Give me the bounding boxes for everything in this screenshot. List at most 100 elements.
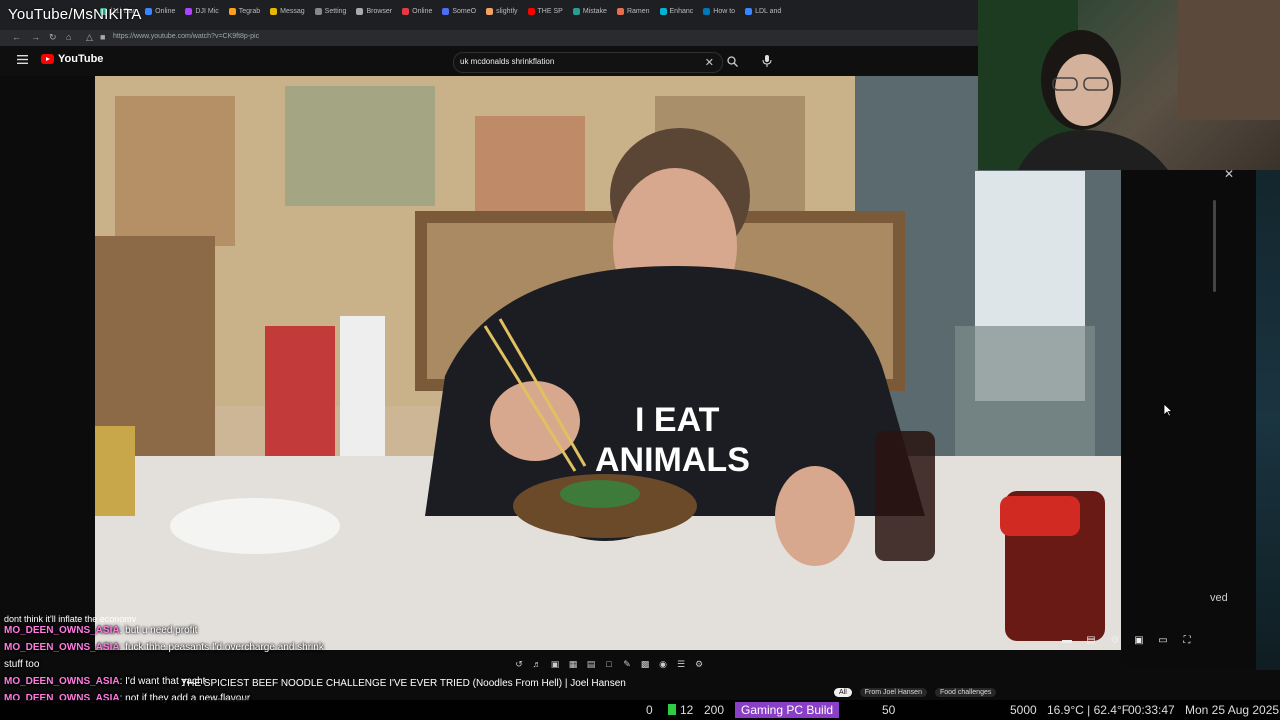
tab-label: slightly — [496, 8, 518, 15]
audio-icon[interactable]: ♬ — [530, 658, 544, 670]
soy-bottle — [875, 431, 935, 561]
tab-favicon-icon — [356, 8, 364, 15]
tab-favicon-icon — [527, 8, 535, 15]
lock-icon: ■ — [100, 32, 106, 42]
video-player[interactable]: I EAT ANIMALS — [95, 76, 1121, 650]
image-icon[interactable]: ▩ — [638, 658, 652, 670]
tab-favicon-icon — [703, 8, 711, 15]
clock-date: Mon 25 Aug 2025 — [1185, 703, 1280, 717]
browser-tab[interactable]: Enhanc — [659, 8, 694, 15]
webcam-image — [978, 0, 1280, 170]
reload-icon[interactable]: ↻ — [49, 32, 57, 43]
shelf-background — [1178, 0, 1280, 120]
browser-tab[interactable]: slightly — [486, 8, 518, 15]
tab-label: THE SP — [537, 8, 563, 15]
back-icon[interactable]: ← — [12, 32, 21, 42]
browser-tab[interactable]: DJI Mic — [185, 8, 219, 15]
stat-count-a: 0 — [646, 703, 653, 717]
mural-figure — [285, 86, 435, 206]
goal-target: 5000 — [1010, 703, 1037, 717]
search-icon[interactable] — [727, 56, 738, 67]
settings-gear-icon[interactable]: ⚙ — [1108, 633, 1122, 647]
home-icon[interactable]: ⌂ — [66, 32, 71, 42]
tab-label: Setting — [324, 8, 347, 15]
person-right-hand — [775, 466, 855, 566]
browser-tab[interactable]: Mistake — [572, 8, 607, 15]
tab-label: Ramen — [626, 8, 650, 15]
chip-from-channel[interactable]: From Joel Hansen — [859, 688, 927, 697]
tab-label: How to — [713, 8, 736, 15]
webcam-overlay — [978, 0, 1280, 170]
mural-figure — [115, 96, 235, 246]
video-title[interactable]: THE SPICIEST BEEF NOODLE CHALLENGE I'VE … — [181, 678, 626, 689]
forward-icon[interactable]: → — [31, 32, 40, 42]
layout-icon[interactable]: ▤ — [584, 658, 598, 670]
stream-title-overlay: YouTube/MsNIKITA — [8, 6, 142, 23]
stream-status-bar: 0 12 200 Gaming PC Build 50 5000 16.9°C … — [0, 700, 1280, 720]
tab-label: Messag — [280, 8, 305, 15]
camera-icon[interactable]: ◉ — [656, 658, 670, 670]
browser-tab[interactable]: Ramen — [616, 8, 650, 15]
weather-readout: 16.9°C | 62.4°F — [1047, 703, 1130, 717]
theater-mode-icon[interactable]: ▭ — [1156, 633, 1170, 647]
tab-favicon-icon — [185, 8, 193, 15]
browser-tab[interactable]: Online — [402, 8, 432, 15]
stat-count-c: 200 — [704, 703, 725, 717]
fullscreen-icon[interactable]: ⛶ — [1180, 633, 1194, 647]
tab-favicon-icon — [572, 8, 580, 15]
browser-tab[interactable]: Browser — [356, 8, 392, 15]
tab-label: SomeO — [452, 8, 477, 15]
gear-icon[interactable]: ⚙ — [692, 658, 706, 670]
close-icon[interactable]: ✕ — [1224, 167, 1234, 181]
browser-tabs: (11) Dar Online DJI Mic Tegrab Messag Setting… — [100, 8, 781, 15]
chip-all[interactable]: All — [834, 688, 852, 697]
toggle-icon[interactable]: ▬ — [1060, 633, 1074, 647]
tab-favicon-icon — [228, 8, 236, 15]
search-input[interactable]: uk mcdonalds shrinkflation — [460, 57, 554, 66]
browser-tab[interactable]: How to — [703, 8, 735, 15]
tab-label: LDL and — [755, 8, 782, 15]
tab-favicon-icon — [745, 8, 753, 15]
browser-tab[interactable]: Online — [145, 8, 175, 15]
list-icon[interactable]: ☰ — [674, 658, 688, 670]
browser-tab[interactable]: LDL and — [745, 8, 781, 15]
browser-tab[interactable]: Tegrab — [228, 8, 260, 15]
browser-tab[interactable]: Setting — [314, 8, 347, 15]
chat-username: MO_DEEN_OWNS_ASIA — [4, 625, 120, 636]
chat-username: MO_DEEN_OWNS_ASIA — [4, 642, 120, 653]
goal-value: 50 — [882, 703, 896, 717]
address-bar: ← → ↻ ⌂ △ ■ https://www.youtube.com/watc… — [0, 30, 980, 46]
microphone-icon[interactable] — [762, 55, 772, 67]
tool-strip: ↺ ♬ ▣ ▦ ▤ □ ✎ ▩ ◉ ☰ ⚙ — [512, 658, 706, 670]
partial-label: ved — [1210, 592, 1228, 604]
search-box[interactable]: uk mcdonalds shrinkflation ✕ — [453, 52, 723, 73]
hamburger-menu-icon[interactable] — [17, 55, 28, 64]
clear-search-icon[interactable]: ✕ — [705, 56, 714, 69]
edit-icon[interactable]: ✎ — [620, 658, 634, 670]
browser-tab[interactable]: SomeO — [442, 8, 476, 15]
goal-label: Gaming PC Build — [735, 702, 840, 718]
chat-text: but u need profit — [125, 625, 198, 636]
captions-icon[interactable]: ▤ — [1084, 633, 1098, 647]
miniplayer-icon[interactable]: ▣ — [1132, 633, 1146, 647]
shield-icon: △ — [86, 32, 93, 42]
napkin-plate — [170, 498, 340, 554]
green-indicator-icon — [668, 704, 676, 715]
tab-favicon-icon — [659, 8, 667, 15]
calendar-icon[interactable]: ▦ — [566, 658, 580, 670]
filter-chips: All From Joel Hansen Food challenges — [834, 688, 997, 697]
loop-icon[interactable]: ↺ — [512, 658, 526, 670]
youtube-logo[interactable]: YouTube — [41, 53, 103, 65]
panel-scrollbar[interactable] — [1213, 200, 1216, 292]
url-field[interactable]: https://www.youtube.com/watch?v=CK9ft8p-… — [113, 33, 259, 40]
browser-tab[interactable]: Messag — [270, 8, 305, 15]
screenshot-icon[interactable]: ▣ — [548, 658, 562, 670]
youtube-header: YouTube uk mcdonalds shrinkflation ✕ — [0, 46, 980, 76]
window-icon[interactable]: □ — [602, 658, 616, 670]
tab-label: Browser — [366, 8, 393, 15]
chip-food-challenges[interactable]: Food challenges — [934, 688, 997, 697]
mouse-cursor-icon — [1163, 403, 1173, 417]
browser-tab[interactable]: THE SP — [527, 8, 563, 15]
tab-label: Enhanc — [669, 8, 694, 15]
shirt-text-line1: I EAT — [635, 401, 720, 439]
